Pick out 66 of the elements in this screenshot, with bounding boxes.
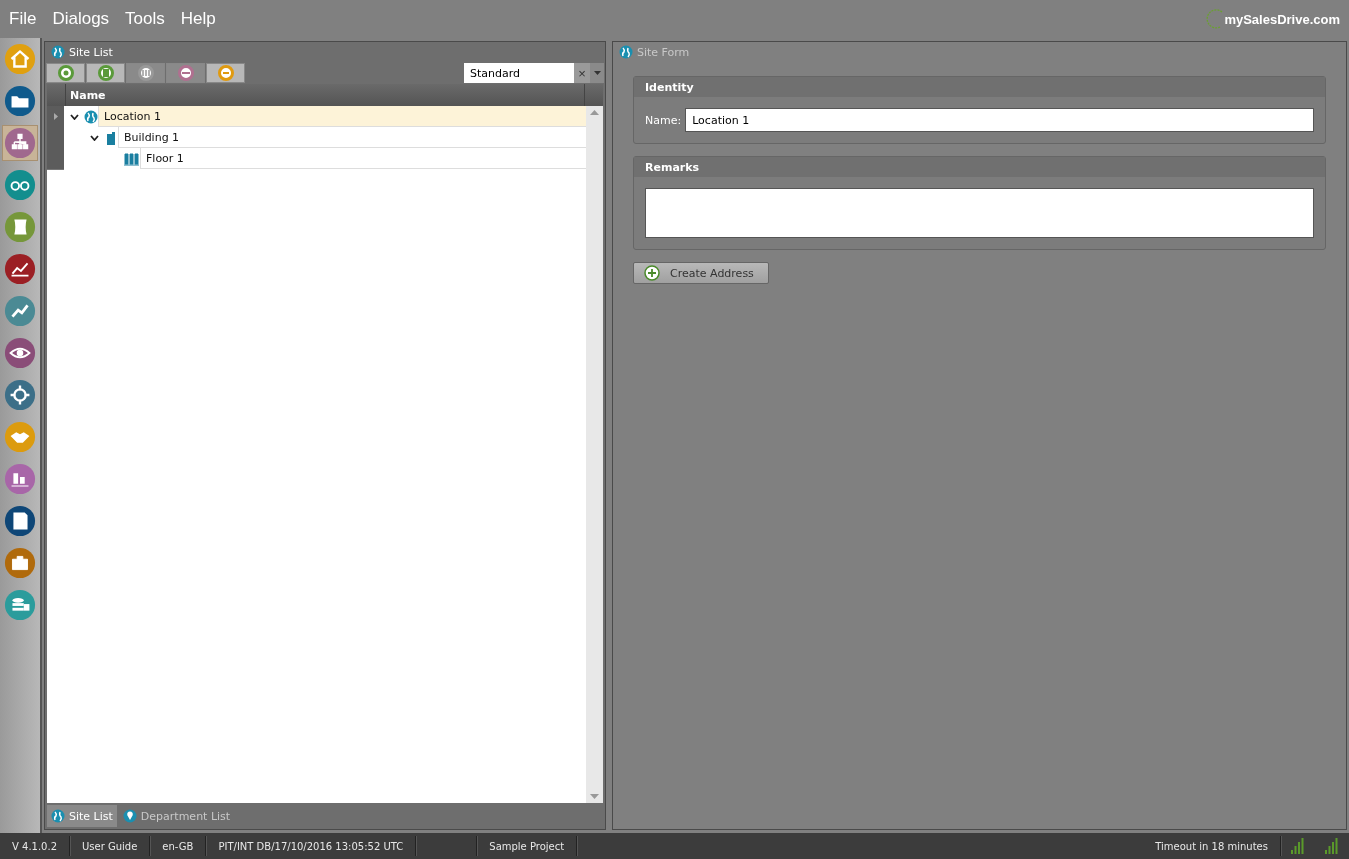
- folder-icon: [4, 85, 36, 117]
- scroll-icon: [4, 211, 36, 243]
- pin-icon: [122, 809, 137, 823]
- field-label: Name:: [645, 113, 682, 127]
- house-icon: [4, 43, 36, 75]
- remarks-field[interactable]: [645, 188, 1314, 238]
- panel-title: Site Form: [637, 45, 690, 59]
- globe-icon: [51, 809, 65, 823]
- logo-text: mySalesDrive.com: [1224, 11, 1340, 27]
- globe-icon: [84, 109, 98, 124]
- status-item: en-GB: [150, 836, 207, 856]
- sidebar-item[interactable]: [2, 503, 38, 539]
- sidebar-item[interactable]: [2, 83, 38, 119]
- sidebar-item[interactable]: [2, 545, 38, 581]
- sidebar-item[interactable]: [2, 335, 38, 371]
- row-pointer-icon: [53, 112, 58, 120]
- name-field[interactable]: Location 1: [685, 108, 1314, 132]
- database-icon: [4, 589, 36, 621]
- view-select-field[interactable]: Standard: [464, 63, 574, 83]
- status-item: PIT/INT DB/17/10/2016 13:05:52 UTC: [206, 836, 417, 856]
- signal-icon: [1291, 838, 1305, 854]
- floor-icon: [124, 151, 140, 166]
- logo-ring-icon: [1206, 8, 1225, 30]
- globe-icon: [51, 45, 65, 59]
- clear-button[interactable]: ×: [574, 63, 590, 83]
- group-heading: Identity: [634, 77, 1325, 97]
- chevron-down-icon[interactable]: [89, 134, 99, 141]
- menu-item[interactable]: Help: [180, 9, 216, 29]
- tree-item[interactable]: Location 1: [98, 106, 586, 127]
- caret-icon: [593, 71, 601, 75]
- document-icon: [4, 505, 36, 537]
- timeout-text: Timeout in 18 minutes: [1143, 836, 1281, 856]
- panel-tab[interactable]: Department List: [118, 805, 235, 827]
- sidebar-item[interactable]: [2, 461, 38, 497]
- group-heading: Remarks: [634, 157, 1325, 177]
- bar-chart-icon: [4, 463, 36, 495]
- signal-icon: [1325, 838, 1339, 854]
- status-item: Sample Project: [477, 836, 578, 856]
- eye-icon: [4, 337, 36, 369]
- sidebar-item[interactable]: [2, 125, 38, 161]
- dropdown-button[interactable]: [590, 63, 604, 83]
- status-item: V 4.1.0.2: [0, 836, 70, 856]
- crosshair-icon: [4, 379, 36, 411]
- scroll-down-icon[interactable]: [590, 794, 599, 799]
- toolbar-button[interactable]: [206, 63, 245, 83]
- status-item[interactable]: User Guide: [70, 836, 151, 856]
- sidebar-item[interactable]: [2, 377, 38, 413]
- briefcase-icon: [4, 547, 36, 579]
- form-icon: [619, 45, 633, 59]
- plus-icon: [644, 265, 660, 281]
- row-header[interactable]: [47, 105, 64, 128]
- chevron-down-icon[interactable]: [69, 113, 79, 120]
- menu-item[interactable]: File: [9, 9, 37, 29]
- toolbar-button[interactable]: [46, 63, 85, 83]
- create-address-button[interactable]: Create Address: [633, 262, 769, 284]
- menu-item[interactable]: Tools: [125, 9, 165, 29]
- tree-item[interactable]: Floor 1: [140, 148, 586, 169]
- chart-icon: [4, 253, 36, 285]
- sidebar-item[interactable]: [2, 251, 38, 287]
- hierarchy-icon: [4, 127, 36, 159]
- panel-tab[interactable]: Site List: [47, 805, 117, 827]
- menu-item[interactable]: Dialogs: [52, 9, 110, 29]
- toolbar-button[interactable]: [86, 63, 125, 83]
- scroll-up-icon[interactable]: [590, 110, 599, 115]
- panel-title: Site List: [69, 45, 113, 59]
- tree-item[interactable]: Building 1: [118, 127, 586, 148]
